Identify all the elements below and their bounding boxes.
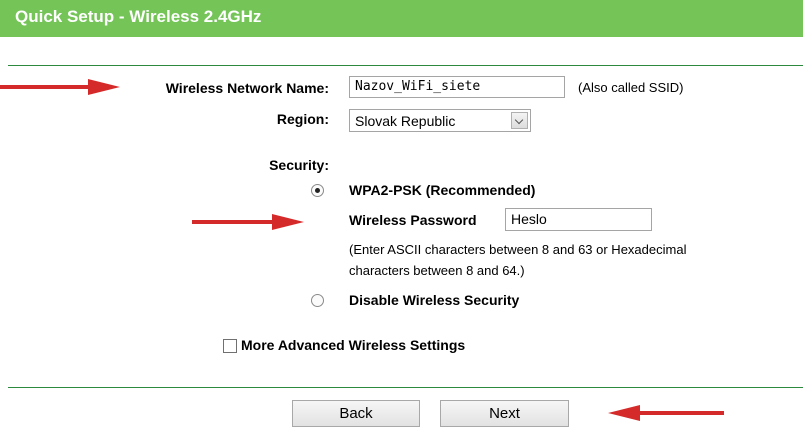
ssid-hint: (Also called SSID) <box>578 80 684 95</box>
password-input[interactable]: Heslo <box>505 208 652 231</box>
arrow-right-icon <box>0 79 120 95</box>
security-label: Security: <box>269 157 329 173</box>
chevron-down-icon[interactable] <box>511 112 528 129</box>
arrow-left-icon <box>608 405 724 421</box>
ssid-input[interactable]: Nazov_WiFi_siete <box>349 76 565 98</box>
region-selected-value: Slovak Republic <box>355 113 456 129</box>
ssid-label: Wireless Network Name: <box>165 80 329 96</box>
page-title: Quick Setup - Wireless 2.4GHz <box>15 7 262 26</box>
quick-setup-page: Quick Setup - Wireless 2.4GHz Wireless N… <box>0 0 803 428</box>
password-label: Wireless Password <box>349 212 477 228</box>
back-button[interactable]: Back <box>292 400 420 427</box>
next-button[interactable]: Next <box>440 400 569 427</box>
disable-security-label: Disable Wireless Security <box>349 292 520 308</box>
wpa2-psk-label: WPA2-PSK (Recommended) <box>349 182 536 198</box>
wpa2-psk-radio[interactable] <box>311 184 324 197</box>
disable-security-radio[interactable] <box>311 294 324 307</box>
password-note-line2: characters between 8 and 64.) <box>349 263 525 278</box>
advanced-settings-label: More Advanced Wireless Settings <box>241 337 466 353</box>
region-label: Region: <box>276 111 329 127</box>
region-select[interactable]: Slovak Republic <box>349 109 531 132</box>
top-divider <box>8 65 803 66</box>
header-bar: Quick Setup - Wireless 2.4GHz <box>0 0 803 37</box>
advanced-settings-checkbox[interactable] <box>223 339 237 353</box>
password-note-line1: (Enter ASCII characters between 8 and 63… <box>349 242 687 257</box>
password-note: (Enter ASCII characters between 8 and 63… <box>349 239 749 281</box>
bottom-divider <box>8 387 803 388</box>
arrow-right-icon <box>192 214 304 230</box>
